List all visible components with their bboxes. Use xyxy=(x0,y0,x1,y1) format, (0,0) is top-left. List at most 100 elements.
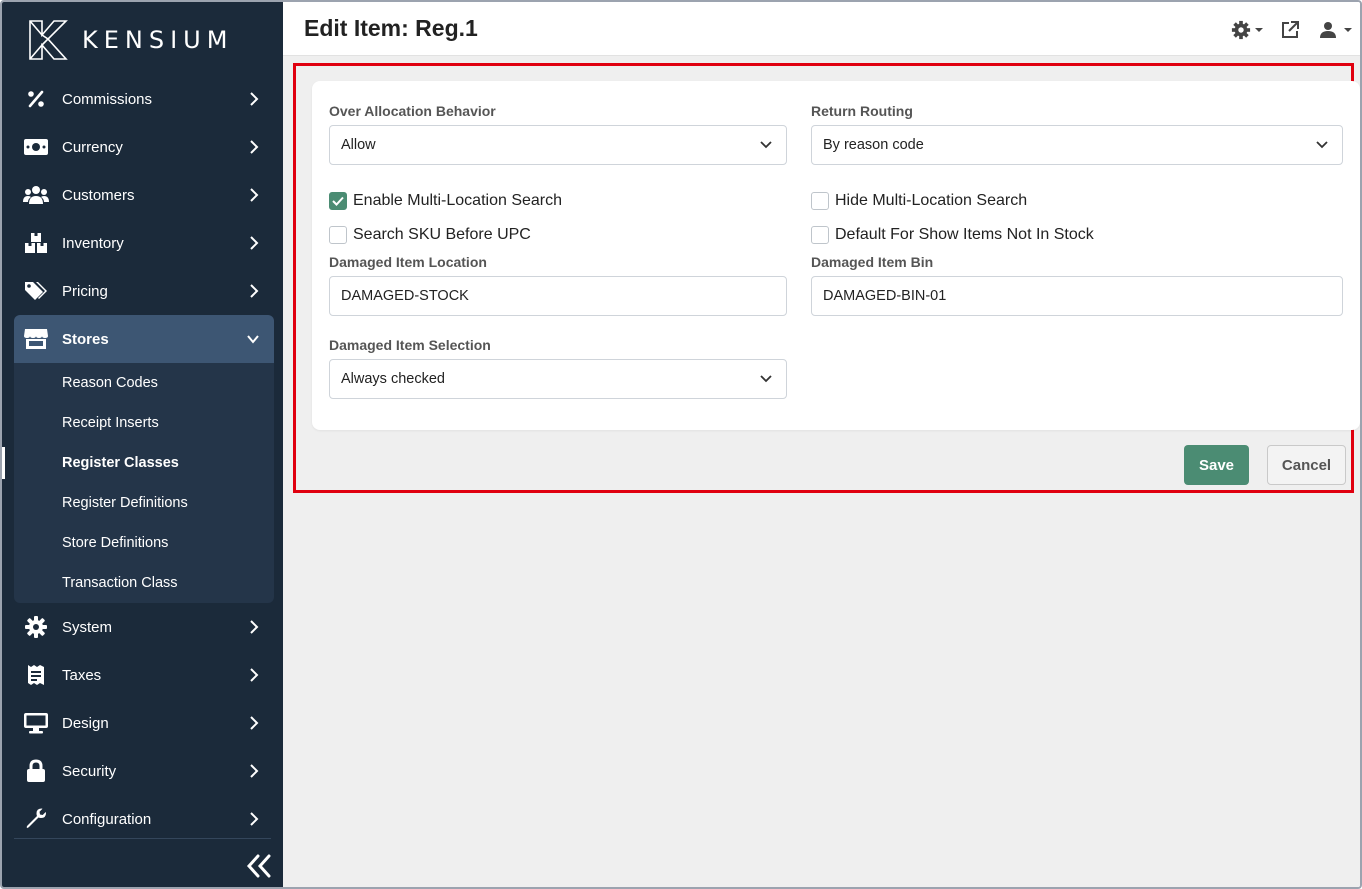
chevron-right-icon xyxy=(250,812,259,826)
over-allocation-label: Over Allocation Behavior xyxy=(329,103,496,119)
chevron-right-icon xyxy=(250,716,259,730)
receipt-icon xyxy=(23,663,49,687)
page-title: Edit Item: Reg.1 xyxy=(304,15,478,41)
sidebar-item-system[interactable]: System xyxy=(14,603,274,651)
sidebar-item-inventory[interactable]: Inventory xyxy=(14,219,274,267)
chevron-right-icon xyxy=(250,140,259,154)
monitor-icon xyxy=(23,711,49,735)
select-value: By reason code xyxy=(823,137,924,153)
chevron-right-icon xyxy=(250,188,259,202)
sidebar-item-configuration[interactable]: Configuration xyxy=(14,795,274,843)
external-link-icon xyxy=(1282,21,1299,38)
checkbox-label: Enable Multi-Location Search xyxy=(353,192,563,209)
damaged-location-input[interactable]: DAMAGED-STOCK xyxy=(329,276,787,316)
gear-icon xyxy=(1231,20,1251,40)
sidebar-item-label: Stores xyxy=(62,330,109,348)
sidebar-item-label: Taxes xyxy=(62,666,102,684)
user-icon xyxy=(1320,22,1336,38)
sidebar: KENSIUM Commissions Currency Customers I… xyxy=(2,2,283,887)
select-value: Always checked xyxy=(341,371,445,387)
checkbox-label: Search SKU Before UPC xyxy=(353,226,531,243)
app-window: KENSIUM Commissions Currency Customers I… xyxy=(0,0,1362,889)
caret-down-icon xyxy=(1255,28,1263,32)
damaged-bin-input[interactable]: DAMAGED-BIN-01 xyxy=(811,276,1343,316)
users-icon xyxy=(23,183,49,207)
user-menu-button[interactable] xyxy=(1319,18,1353,42)
sidebar-subitem-reason-codes[interactable]: Reason Codes xyxy=(14,363,274,403)
checkbox-label: Hide Multi-Location Search xyxy=(835,192,1028,209)
damaged-selection-select[interactable]: Always checked xyxy=(329,359,787,399)
sidebar-subitem-receipt-inserts[interactable]: Receipt Inserts xyxy=(14,403,274,443)
highlight-box: Over Allocation Behavior Allow Return Ro… xyxy=(293,63,1360,493)
chevron-down-icon xyxy=(760,375,772,383)
sidebar-subitem-transaction-class[interactable]: Transaction Class xyxy=(14,563,274,603)
chevron-right-icon xyxy=(250,236,259,250)
hide-multi-location-checkbox[interactable]: Hide Multi-Location Search xyxy=(811,192,1027,210)
sidebar-item-label: Design xyxy=(62,714,109,732)
stores-submenu: Reason Codes Receipt Inserts Register Cl… xyxy=(2,363,274,603)
return-routing-select[interactable]: By reason code xyxy=(811,125,1343,165)
checkbox-unchecked xyxy=(329,226,347,244)
damaged-bin-label: Damaged Item Bin xyxy=(811,254,934,270)
sidebar-item-security[interactable]: Security xyxy=(14,747,274,795)
default-show-items-checkbox[interactable]: Default For Show Items Not In Stock xyxy=(811,226,1094,244)
sidebar-item-commissions[interactable]: Commissions xyxy=(14,75,274,123)
return-routing-label: Return Routing xyxy=(811,103,913,119)
top-header: Edit Item: Reg.1 xyxy=(283,2,1360,56)
sidebar-item-label: Currency xyxy=(62,138,123,156)
checkbox-unchecked xyxy=(811,192,829,210)
sidebar-item-design[interactable]: Design xyxy=(14,699,274,747)
chevron-right-icon xyxy=(250,620,259,634)
edit-form-card: Over Allocation Behavior Allow Return Ro… xyxy=(312,81,1360,430)
wrench-icon xyxy=(23,807,49,831)
over-allocation-select[interactable]: Allow xyxy=(329,125,787,165)
checkbox-label: Default For Show Items Not In Stock xyxy=(835,226,1094,243)
sidebar-item-label: System xyxy=(62,618,113,636)
sidebar-subitem-register-definitions[interactable]: Register Definitions xyxy=(14,483,274,523)
chevron-right-icon xyxy=(250,284,259,298)
open-external-button[interactable] xyxy=(1281,18,1299,42)
sidebar-nav: Commissions Currency Customers Inventory… xyxy=(2,75,274,843)
sidebar-item-customers[interactable]: Customers xyxy=(14,171,274,219)
store-icon xyxy=(23,327,49,351)
chevron-down-icon xyxy=(760,141,772,149)
kensium-logo-icon xyxy=(29,20,68,60)
sidebar-divider xyxy=(14,838,271,839)
sidebar-item-stores[interactable]: Stores xyxy=(14,315,274,363)
damaged-selection-label: Damaged Item Selection xyxy=(329,337,491,353)
brand-logo[interactable]: KENSIUM xyxy=(28,18,233,62)
search-sku-checkbox[interactable]: Search SKU Before UPC xyxy=(329,226,531,244)
sidebar-item-label: Commissions xyxy=(62,90,153,108)
check-icon xyxy=(332,196,344,206)
sidebar-item-pricing[interactable]: Pricing xyxy=(14,267,274,315)
chevron-right-icon xyxy=(250,92,259,106)
select-value: Allow xyxy=(341,137,376,153)
enable-multi-location-checkbox[interactable]: Enable Multi-Location Search xyxy=(329,192,562,210)
chevron-right-icon xyxy=(250,668,259,682)
brand-name: KENSIUM xyxy=(82,26,234,54)
sidebar-item-label: Pricing xyxy=(62,282,108,300)
sidebar-item-currency[interactable]: Currency xyxy=(14,123,274,171)
save-button[interactable]: Save xyxy=(1184,445,1249,485)
sidebar-item-label: Customers xyxy=(62,186,135,204)
money-bill-icon xyxy=(23,135,49,159)
lock-icon xyxy=(23,759,49,783)
checkbox-unchecked xyxy=(811,226,829,244)
tags-icon xyxy=(23,279,49,303)
sidebar-subitem-store-definitions[interactable]: Store Definitions xyxy=(14,523,274,563)
collapse-sidebar-button[interactable] xyxy=(246,852,272,880)
damaged-location-label: Damaged Item Location xyxy=(329,254,487,270)
chevron-right-icon xyxy=(250,764,259,778)
caret-down-icon xyxy=(1344,28,1352,32)
cancel-button[interactable]: Cancel xyxy=(1267,445,1346,485)
sidebar-subitem-register-classes[interactable]: Register Classes xyxy=(2,443,274,483)
sidebar-item-label: Inventory xyxy=(62,234,124,252)
gear-icon xyxy=(23,615,49,639)
sidebar-item-taxes[interactable]: Taxes xyxy=(14,651,274,699)
chevron-down-icon xyxy=(247,335,259,344)
sidebar-item-label: Security xyxy=(62,762,117,780)
checkbox-checked xyxy=(329,192,347,210)
percent-icon xyxy=(23,87,49,111)
sidebar-item-label: Configuration xyxy=(62,810,152,828)
settings-menu-button[interactable] xyxy=(1231,18,1264,42)
